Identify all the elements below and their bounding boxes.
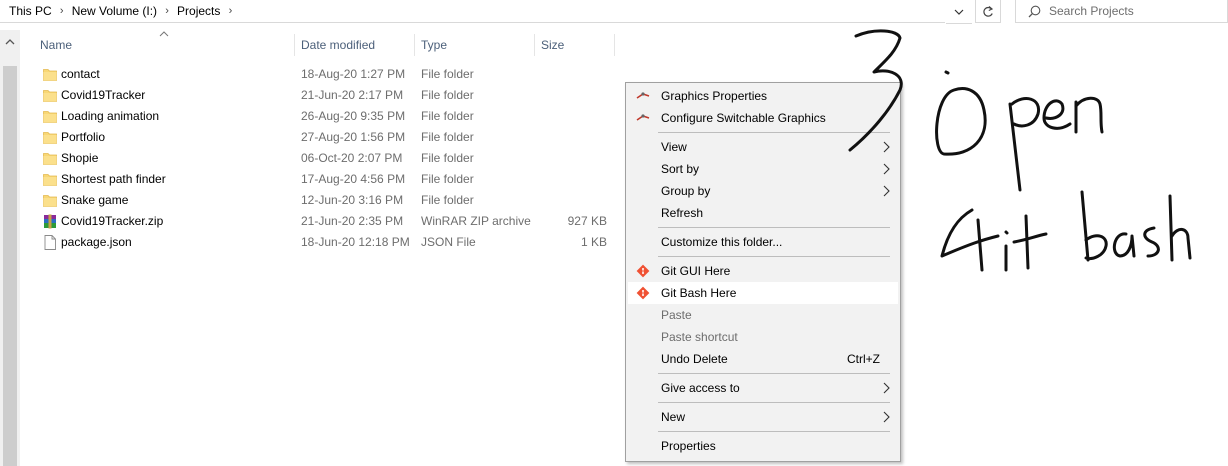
menu-item-label: Paste [661, 308, 692, 322]
file-size: 927 KB [567, 214, 607, 228]
file-date-modified: 18-Jun-20 12:18 PM [301, 235, 410, 249]
chevron-down-icon [954, 9, 964, 15]
scrollbar-thumb[interactable] [3, 66, 17, 466]
file-name: Snake game [61, 193, 129, 207]
menu-item-label: Graphics Properties [661, 89, 768, 103]
menu-item-label: Customize this folder... [661, 235, 783, 249]
file-row[interactable]: Loading animation 26-Aug-20 9:35 PM File f… [38, 106, 618, 127]
file-type: File folder [421, 151, 474, 165]
file-type: File folder [421, 130, 474, 144]
file-date-modified: 21-Jun-20 2:35 PM [301, 214, 404, 228]
menu-item-properties[interactable]: Properties [628, 435, 898, 457]
file-row[interactable]: Shopie 06-Oct-20 2:07 PM File folder [38, 148, 618, 169]
file-date-modified: 21-Jun-20 2:17 PM [301, 88, 404, 102]
file-name: Portfolio [61, 130, 106, 144]
chevron-right-icon [883, 382, 890, 394]
file-type: File folder [421, 88, 474, 102]
menu-item-label: Git Bash Here [661, 286, 737, 300]
menu-item-label: Undo Delete [661, 352, 728, 366]
menu-item-new[interactable]: New [628, 406, 898, 428]
menu-item-label: Properties [661, 439, 716, 453]
column-header-name[interactable]: Name [34, 34, 295, 56]
menu-item-label: Git GUI Here [661, 264, 731, 278]
menu-item-label: Paste shortcut [661, 330, 738, 344]
menu-item-paste-shortcut[interactable]: Paste shortcut [628, 326, 898, 348]
git-icon [636, 286, 650, 300]
folder-icon [43, 193, 57, 208]
search-icon [1028, 5, 1041, 17]
breadcrumb-projects[interactable]: Projects [177, 4, 220, 18]
menu-item-label: View [661, 140, 687, 154]
file-row[interactable]: Covid19Tracker.zip 21-Jun-20 2:35 PM WinRA… [38, 211, 618, 232]
chevron-right-icon [883, 411, 890, 423]
file-date-modified: 17-Aug-20 4:56 PM [301, 172, 406, 186]
scroll-up-button[interactable] [0, 30, 20, 54]
breadcrumb[interactable]: This PC › New Volume (I:) › Projects › [0, 0, 945, 23]
file-row[interactable]: contact 18-Aug-20 1:27 PM File folder [38, 64, 618, 85]
chevron-up-icon [5, 39, 15, 45]
file-row[interactable]: Covid19Tracker 21-Jun-20 2:17 PM File fold… [38, 85, 618, 106]
folder-icon [43, 109, 57, 124]
file-size: 1 KB [580, 235, 607, 249]
file-row[interactable]: Snake game 12-Jun-20 3:16 PM File folder [38, 190, 618, 211]
keyboard-shortcut: Ctrl+Z [847, 352, 880, 366]
file-date-modified: 18-Aug-20 1:27 PM [301, 67, 406, 81]
menu-item-label: Sort by [661, 162, 700, 176]
column-header-size[interactable]: Size [535, 34, 615, 56]
refresh-icon [983, 5, 994, 17]
menu-item-label: Configure Switchable Graphics [661, 111, 826, 125]
menu-item-label: Give access to [661, 381, 740, 395]
breadcrumb-this-pc[interactable]: This PC [9, 4, 52, 18]
menu-item-undo-delete[interactable]: Undo Delete Ctrl+Z [628, 348, 898, 370]
file-date-modified: 06-Oct-20 2:07 PM [301, 151, 403, 165]
file-date-modified: 27-Aug-20 1:56 PM [301, 130, 406, 144]
menu-item-give-access-to[interactable]: Give access to [628, 377, 898, 399]
search-input[interactable] [1049, 4, 1219, 18]
menu-separator [658, 402, 890, 403]
menu-separator [658, 373, 890, 374]
file-name: Loading animation [61, 109, 160, 123]
file-name: Covid19Tracker.zip [61, 214, 164, 228]
file-name: Shortest path finder [61, 172, 166, 186]
file-type: File folder [421, 193, 474, 207]
breadcrumb-new-volume[interactable]: New Volume (I:) [72, 4, 157, 18]
menu-item-paste[interactable]: Paste [628, 304, 898, 326]
file-name: contact [61, 67, 100, 81]
file-row[interactable]: Portfolio 27-Aug-20 1:56 PM File folder [38, 127, 618, 148]
menu-separator [658, 431, 890, 432]
column-header-type[interactable]: Type [415, 34, 535, 56]
git-icon [636, 264, 650, 278]
file-type: File folder [421, 67, 474, 81]
winrar-archive-icon [43, 214, 57, 229]
handwritten-annotation-drawing [848, 29, 1192, 272]
intel-graphics-icon [636, 114, 650, 121]
file-date-modified: 26-Aug-20 9:35 PM [301, 109, 406, 123]
file-row[interactable]: Shortest path finder 17-Aug-20 4:56 PM Fil… [38, 169, 618, 190]
file-type: File folder [421, 172, 474, 186]
file-type: File folder [421, 109, 474, 123]
file-type: WinRAR ZIP archive [421, 214, 531, 228]
file-name: Covid19Tracker [61, 88, 146, 102]
chevron-right-icon[interactable]: › [157, 5, 177, 17]
vertical-scrollbar[interactable] [0, 30, 20, 466]
file-name: Shopie [61, 151, 99, 165]
folder-icon [43, 130, 57, 145]
folder-icon [43, 88, 57, 103]
menu-item-label: Refresh [661, 206, 704, 220]
folder-icon [43, 151, 57, 166]
chevron-right-icon[interactable]: › [52, 5, 72, 17]
file-type: JSON File [421, 235, 476, 249]
folder-icon [43, 67, 57, 82]
column-header-date-modified[interactable]: Date modified [295, 34, 415, 56]
file-date-modified: 12-Jun-20 3:16 PM [301, 193, 404, 207]
intel-graphics-icon [636, 92, 650, 99]
menu-item-label: New [661, 410, 686, 424]
chevron-right-icon[interactable]: › [220, 5, 240, 17]
menu-item-label: Group by [661, 184, 711, 198]
file-name: package.json [61, 235, 132, 249]
folder-icon [43, 172, 57, 187]
file-icon [43, 235, 57, 250]
file-row[interactable]: package.json 18-Jun-20 12:18 PM JSON File 1… [38, 232, 618, 253]
